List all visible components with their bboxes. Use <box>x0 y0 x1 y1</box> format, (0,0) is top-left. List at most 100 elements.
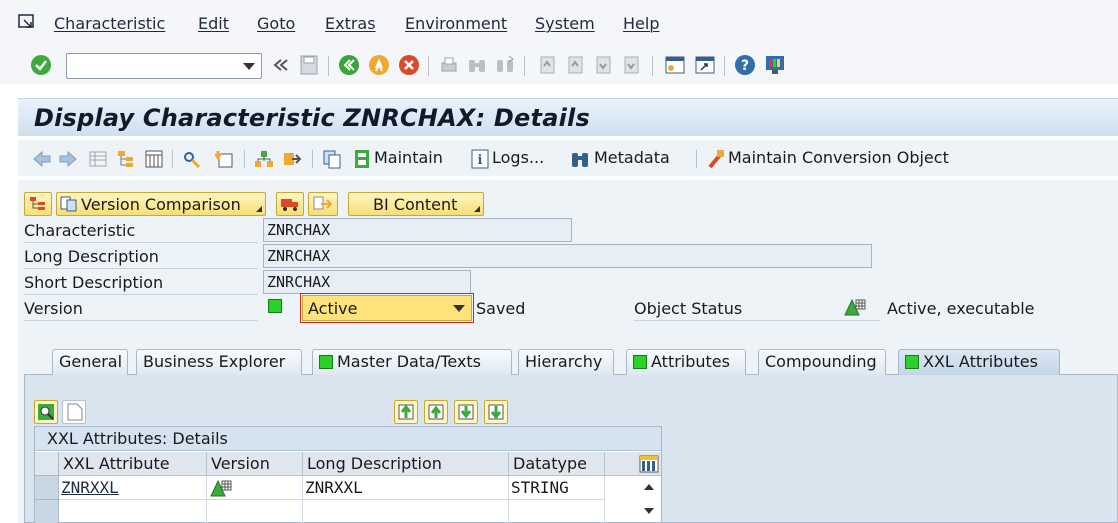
toolbar-separator <box>524 56 525 76</box>
find-icon[interactable] <box>466 54 488 76</box>
hierarchy-toggle-button[interactable] <box>24 192 52 216</box>
save-icon[interactable] <box>298 54 320 76</box>
version-comparison-button[interactable]: Version Comparison <box>56 192 266 216</box>
column-header-datatype[interactable]: Datatype <box>509 452 605 476</box>
menu-edit[interactable]: Edit <box>198 14 229 33</box>
toolbar-separator <box>312 150 313 168</box>
empty-cell[interactable] <box>207 500 303 523</box>
long-description-cell: ZNRXXL <box>303 476 509 500</box>
label-underline <box>24 294 258 295</box>
details-button[interactable] <box>34 400 58 424</box>
long-description-label: Long Description <box>24 247 159 266</box>
collapse-double-chevron-icon[interactable] <box>270 54 292 76</box>
arrow-right-icon[interactable] <box>58 149 78 169</box>
arrow-left-icon[interactable] <box>32 149 52 169</box>
customize-layout-icon[interactable] <box>764 54 786 76</box>
previous-page-icon[interactable] <box>564 54 586 76</box>
metadata-button[interactable]: Metadata <box>594 148 670 167</box>
chevron-down-icon[interactable] <box>453 305 465 312</box>
tab-business-explorer[interactable]: Business Explorer <box>136 349 302 375</box>
compare-versions-icon <box>60 196 77 212</box>
exit-icon[interactable] <box>368 54 390 76</box>
toolbar-separator <box>328 56 329 76</box>
status-indicator <box>905 355 919 369</box>
characteristic-field[interactable]: ZNRCHAX <box>263 218 572 242</box>
cancel-icon[interactable] <box>398 54 420 76</box>
new-session-icon[interactable] <box>664 54 686 76</box>
display-change-icon[interactable] <box>182 149 202 169</box>
menu-entry-icon[interactable] <box>18 14 38 32</box>
empty-cell[interactable] <box>59 500 207 523</box>
previous-row-button[interactable] <box>424 400 448 424</box>
bi-content-button[interactable]: BI Content <box>348 192 484 216</box>
maintain-icon[interactable] <box>352 149 372 169</box>
reassign-button[interactable] <box>308 192 338 216</box>
tab-master-data-texts[interactable]: Master Data/Texts <box>312 349 512 375</box>
print-icon[interactable] <box>438 54 460 76</box>
chevron-down-icon[interactable] <box>243 63 255 70</box>
object-status-label: Object Status <box>634 299 743 318</box>
info-icon[interactable]: i <box>470 149 490 169</box>
version-select[interactable]: Active <box>300 293 474 323</box>
last-row-button[interactable] <box>484 400 508 424</box>
help-icon[interactable]: ? <box>734 54 756 76</box>
tab-label: Business Explorer <box>143 352 286 371</box>
new-entry-button[interactable] <box>62 400 86 424</box>
datatype-cell: STRING <box>509 476 605 500</box>
row-selector[interactable] <box>35 500 59 523</box>
long-description-field[interactable]: ZNRCHAX <box>263 244 872 268</box>
command-field[interactable] <box>66 53 262 79</box>
short-description-field[interactable]: ZNRCHAX <box>263 270 471 294</box>
transport-button[interactable] <box>276 192 304 216</box>
activate-icon[interactable] <box>214 149 234 169</box>
menu-system[interactable]: System <box>535 14 595 33</box>
first-page-icon[interactable] <box>536 54 558 76</box>
tab-attributes[interactable]: Attributes <box>626 349 746 375</box>
row-selector[interactable] <box>35 476 59 500</box>
select-all-corner[interactable] <box>35 452 59 476</box>
tab-general[interactable]: General <box>52 349 128 375</box>
menu-help[interactable]: Help <box>623 14 659 33</box>
last-page-icon[interactable] <box>620 54 642 76</box>
column-header-version[interactable]: Version <box>207 452 303 476</box>
logs-button[interactable]: Logs... <box>492 148 544 167</box>
tab-xxl-attributes[interactable]: XXL Attributes <box>898 349 1060 375</box>
xxl-attribute-link[interactable]: ZNRXXL <box>61 478 119 497</box>
metadata-icon[interactable] <box>570 149 590 169</box>
back-icon[interactable] <box>338 54 360 76</box>
empty-cell[interactable] <box>303 500 509 523</box>
column-header-xxl-attribute[interactable]: XXL Attribute <box>59 452 207 476</box>
list-view-icon[interactable] <box>88 149 108 169</box>
first-row-button[interactable] <box>394 400 418 424</box>
shortcut-icon[interactable] <box>694 54 716 76</box>
empty-cell[interactable] <box>509 500 605 523</box>
hierarchy-icon[interactable] <box>116 149 136 169</box>
menu-environment[interactable]: Environment <box>405 14 507 33</box>
table-columns-icon[interactable] <box>144 149 164 169</box>
column-header-long-description[interactable]: Long Description <box>303 452 509 476</box>
menu-extras[interactable]: Extras <box>325 14 376 33</box>
next-page-icon[interactable] <box>592 54 614 76</box>
scroll-up-icon[interactable] <box>641 481 657 493</box>
tab-label: General <box>59 352 123 371</box>
column-configuration-icon[interactable] <box>639 455 659 473</box>
maintain-button[interactable]: Maintain <box>374 148 443 167</box>
copy-object-icon[interactable] <box>322 149 342 169</box>
previous-row-icon <box>428 404 444 420</box>
version-cell <box>207 476 303 500</box>
menu-characteristic[interactable]: Characteristic <box>54 14 165 33</box>
status-indicator <box>633 355 647 369</box>
find-next-icon[interactable] <box>494 54 516 76</box>
tab-hierarchy[interactable]: Hierarchy <box>518 349 614 375</box>
next-row-button[interactable] <box>454 400 478 424</box>
enter-check-icon[interactable] <box>30 54 52 76</box>
where-used-icon[interactable] <box>254 149 274 169</box>
transport-icon[interactable] <box>282 149 302 169</box>
maintain-conversion-object-button[interactable]: Maintain Conversion Object <box>728 148 949 167</box>
menu-goto[interactable]: Goto <box>257 14 295 33</box>
title-bar: Display Characteristic ZNRCHAX: Details <box>18 98 1118 136</box>
scroll-down-icon[interactable] <box>641 505 657 517</box>
conversion-object-icon[interactable] <box>706 149 726 169</box>
content-area: Version Comparison BI Content Characteri… <box>18 180 1118 523</box>
tab-compounding[interactable]: Compounding <box>758 349 886 375</box>
